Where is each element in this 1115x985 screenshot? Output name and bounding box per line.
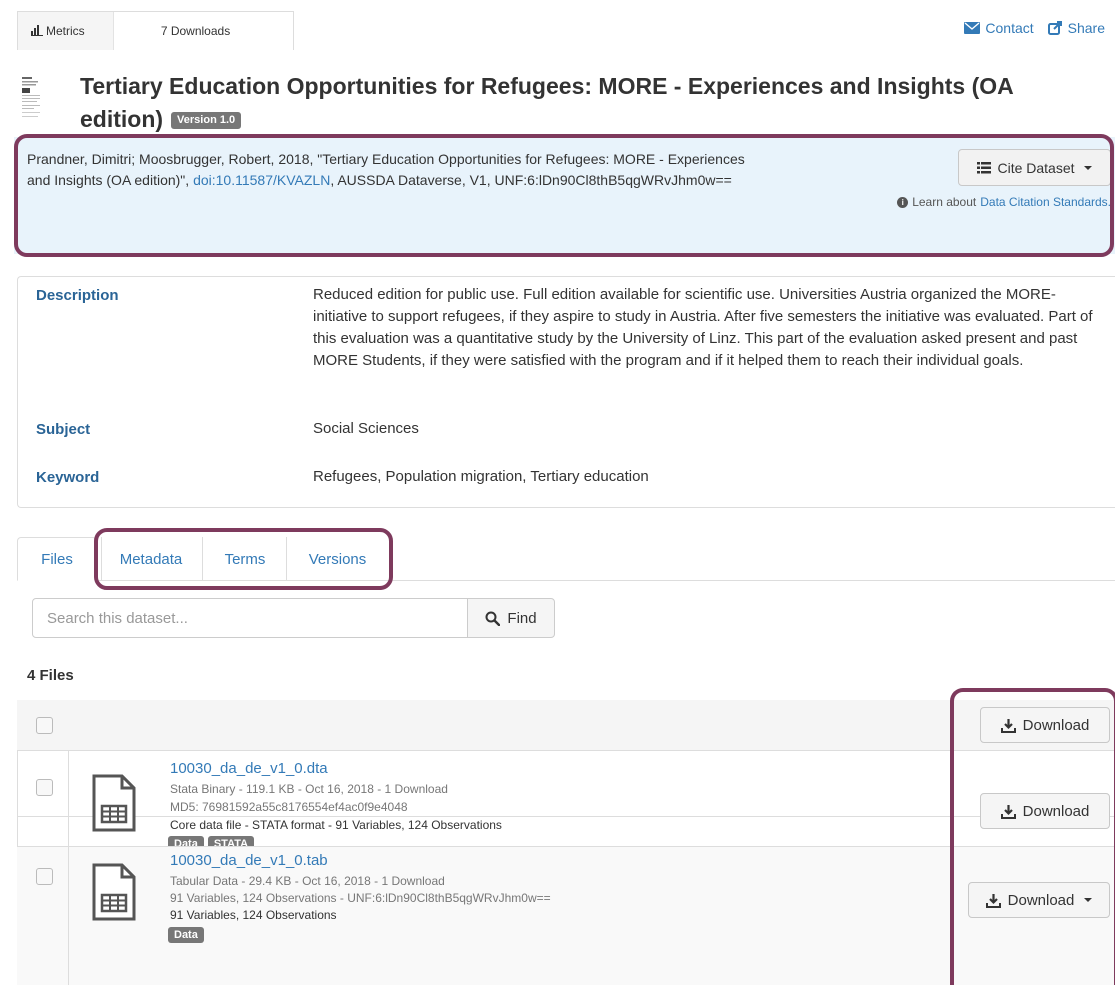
- checkbox-column-divider: [68, 847, 69, 985]
- subject-label: Subject: [36, 421, 91, 438]
- download-icon: [1000, 718, 1016, 733]
- tab-metadata[interactable]: Metadata: [101, 537, 201, 581]
- file-checksum: MD5: 76981592a55c8176554ef4ac0f9e4048: [170, 800, 408, 814]
- tab-versions-label: Versions: [308, 551, 367, 568]
- share-link[interactable]: Share: [1047, 20, 1105, 36]
- select-all-checkbox[interactable]: [36, 717, 53, 734]
- file-detail: Stata Binary - 119.1 KB - Oct 16, 2018 -…: [170, 782, 448, 796]
- row-checkbox[interactable]: [36, 868, 53, 885]
- tabular-file-icon: [92, 863, 136, 921]
- tab-metadata-label: Metadata: [119, 551, 183, 568]
- download-all-button[interactable]: Download: [980, 707, 1110, 743]
- learn-about-citation: i Learn about Data Citation Standards.: [897, 195, 1111, 209]
- file-description: 91 Variables, 124 Observations: [170, 908, 337, 922]
- version-badge: Version 1.0: [171, 112, 242, 129]
- file-tag: Data: [168, 927, 204, 943]
- citation-standards-link[interactable]: Data Citation Standards.: [980, 195, 1111, 209]
- tab-separator: [286, 537, 287, 580]
- tabular-file-icon: [92, 774, 136, 832]
- metrics-box: Metrics 7 Downloads: [17, 11, 294, 50]
- download-label: Download: [1022, 802, 1090, 820]
- file-description: Core data file - STATA format - 91 Varia…: [170, 818, 502, 832]
- tab-files[interactable]: Files: [17, 537, 97, 581]
- file-unf: 91 Variables, 124 Observations - UNF:6:l…: [170, 891, 551, 905]
- files-table-header: [17, 700, 1115, 751]
- search-input[interactable]: [32, 598, 468, 638]
- chevron-down-icon: [1084, 898, 1093, 902]
- cite-dataset-button[interactable]: Cite Dataset: [958, 149, 1111, 186]
- tab-terms-label: Terms: [224, 551, 266, 568]
- file-name-link[interactable]: 10030_da_de_v1_0.dta: [170, 760, 328, 777]
- download-icon: [1000, 804, 1016, 819]
- file-detail: Tabular Data - 29.4 KB - Oct 16, 2018 - …: [170, 874, 445, 888]
- tab-separator: [101, 537, 102, 580]
- top-links: Contact Share: [964, 20, 1105, 36]
- list-icon: [977, 161, 992, 173]
- share-icon: [1047, 21, 1062, 35]
- chevron-down-icon: [1083, 165, 1092, 170]
- search-icon: [485, 611, 501, 626]
- doi-link[interactable]: doi:10.11587/KVAZLN: [193, 172, 330, 188]
- metrics-label: Metrics: [46, 24, 85, 38]
- contact-link[interactable]: Contact: [964, 20, 1034, 36]
- dataset-thumbnail-icon: [20, 75, 42, 125]
- citation-text-after: , AUSSDA Dataverse, V1, UNF:6:lDn90Cl8th…: [330, 172, 732, 188]
- tab-versions[interactable]: Versions: [289, 537, 386, 581]
- download-label: Download: [1007, 891, 1075, 909]
- tab-files-label: Files: [41, 551, 73, 568]
- cite-dataset-label: Cite Dataset: [997, 159, 1075, 176]
- description-value: Reduced edition for public use. Full edi…: [313, 286, 1093, 369]
- citation-text: Prandner, Dimitri; Moosbrugger, Robert, …: [27, 149, 757, 191]
- envelope-icon: [964, 22, 981, 34]
- file-name-link[interactable]: 10030_da_de_v1_0.tab: [170, 852, 328, 869]
- bar-chart-icon: [31, 25, 43, 36]
- tab-terms[interactable]: Terms: [205, 537, 285, 581]
- download-all-label: Download: [1022, 716, 1090, 734]
- share-label: Share: [1067, 20, 1105, 36]
- dataset-title: Tertiary Education Opportunities for Ref…: [80, 70, 1100, 136]
- download-icon: [985, 893, 1001, 908]
- description-label: Description: [36, 287, 119, 304]
- metrics-tab[interactable]: Metrics: [18, 12, 114, 50]
- contact-label: Contact: [985, 20, 1034, 36]
- downloads-count: 7 Downloads: [160, 24, 231, 38]
- learn-prefix: Learn about: [912, 195, 977, 209]
- keyword-label: Keyword: [36, 469, 100, 486]
- file-tags: Data: [168, 925, 208, 943]
- download-dropdown-button[interactable]: Download: [968, 882, 1110, 918]
- row-checkbox[interactable]: [36, 779, 53, 796]
- info-icon: i: [897, 196, 909, 208]
- tab-separator: [202, 537, 203, 580]
- download-button[interactable]: Download: [980, 793, 1110, 829]
- find-label: Find: [507, 609, 537, 627]
- files-count: 4 Files: [27, 667, 74, 684]
- find-button[interactable]: Find: [467, 598, 555, 638]
- keyword-value: Refugees, Population migration, Tertiary…: [313, 468, 649, 485]
- subject-value: Social Sciences: [313, 420, 419, 437]
